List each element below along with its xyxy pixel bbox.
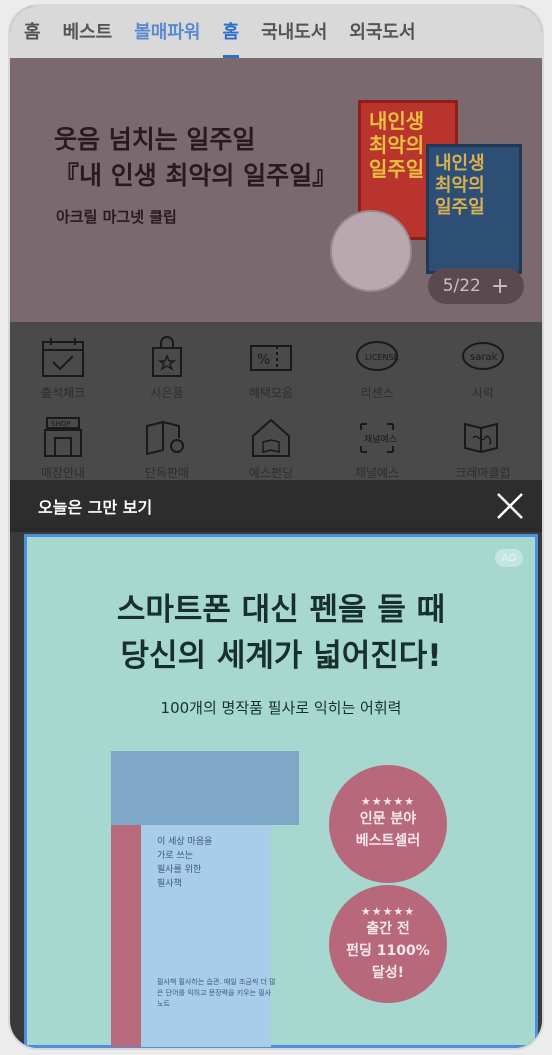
quick-item-gift[interactable]: 사은품 bbox=[122, 336, 212, 401]
book-cover-2: 내인생 최악의 일주일 bbox=[426, 144, 522, 274]
ad-headline: 스마트폰 대신 펜을 들 때 당신의 세계가 넓어진다! bbox=[27, 587, 535, 679]
ad-popup[interactable]: AD 스마트폰 대신 펜을 들 때 당신의 세계가 넓어진다! 100개의 명작… bbox=[24, 534, 538, 1048]
badge-line: 베스트셀러 bbox=[355, 833, 421, 849]
svg-text:채널예스: 채널예스 bbox=[364, 434, 397, 445]
badge-line: 출간 전 bbox=[366, 921, 410, 937]
star-rating: ★★★★★ bbox=[360, 905, 416, 918]
banner-counter-text: 5/22 bbox=[442, 276, 481, 296]
badge-bestseller: ★★★★★ 인문 분야 베스트셀러 bbox=[329, 765, 447, 883]
quick-item-exclusive[interactable]: 단독판매 bbox=[122, 416, 212, 481]
badge-line: 달성! bbox=[371, 965, 405, 981]
quick-item-label: 혜택모음 bbox=[248, 386, 294, 400]
quick-item-label: 매장안내 bbox=[40, 466, 86, 480]
banner-counter[interactable]: 5/22 + bbox=[428, 268, 524, 304]
banner-title-line2: 『내 인생 최악의 일주일』 bbox=[54, 161, 338, 190]
book-spine bbox=[111, 825, 141, 1047]
banner-subtitle: 아크릴 마그넷 클립 bbox=[56, 208, 177, 226]
phone-frame: 홈 베스트 볼매파워 홈 국내도서 외국도서 웃음 넘치는 일주일 『내 인생 … bbox=[8, 4, 544, 1050]
ad-headline-line1: 스마트폰 대신 펜을 들 때 bbox=[116, 592, 446, 628]
quick-item-label: 예스펀딩 bbox=[248, 466, 294, 480]
quick-item-label: 사은품 bbox=[150, 386, 184, 400]
quick-item-channel-yes[interactable]: 채널예스 채널예스 bbox=[332, 416, 422, 481]
quick-item-label: 크레마클럽 bbox=[455, 466, 511, 480]
top-tab-bar: 홈 베스트 볼매파워 홈 국내도서 외국도서 bbox=[10, 6, 542, 58]
book-search-icon bbox=[146, 420, 184, 456]
book-cover-small-text: 필사책 필사하는 습관. 매일 조금씩 더 많은 단어를 익히고 문장력을 키우… bbox=[157, 978, 276, 1008]
quick-item-label: 채널예스 bbox=[354, 466, 400, 480]
ad-badge: AD bbox=[495, 549, 523, 567]
quick-item-label: 사락 bbox=[471, 386, 495, 400]
quick-item-yes-funding[interactable]: 예스펀딩 bbox=[226, 416, 316, 481]
book-cover-2-title: 내인생 최악의 일주일 bbox=[435, 153, 485, 218]
banner-title-line1: 웃음 넘치는 일주일 bbox=[54, 125, 256, 154]
crema-club-icon bbox=[464, 422, 498, 454]
calendar-check-icon bbox=[42, 338, 84, 377]
quick-item-stores[interactable]: SHOP 매장안내 bbox=[18, 416, 108, 481]
house-book-icon bbox=[252, 418, 290, 457]
quick-item-sarak[interactable]: sarak 사락 bbox=[438, 336, 528, 401]
svg-text:SHOP: SHOP bbox=[51, 420, 70, 428]
ad-book-cover: 이 세상 마음을 가로 쓰는 필사를 위한 필사책 필사책 필사하는 습관. 매… bbox=[111, 751, 299, 1047]
dismiss-bar: 오늘은 그만 보기 bbox=[10, 480, 542, 532]
hide-today-button[interactable]: 오늘은 그만 보기 bbox=[38, 494, 152, 518]
ad-headline-line2: 당신의 세계가 넓어진다! bbox=[120, 638, 442, 674]
svg-text:%: % bbox=[257, 352, 270, 368]
quick-item-label: 리센스 bbox=[360, 386, 394, 400]
promo-banner[interactable]: 웃음 넘치는 일주일 『내 인생 최악의 일주일』 아크릴 마그넷 클립 내인생… bbox=[10, 58, 542, 322]
quick-item-license[interactable]: LICENSE 리센스 bbox=[332, 336, 422, 401]
channel-yes-icon: 채널예스 bbox=[360, 423, 397, 453]
sarak-icon: sarak bbox=[462, 342, 504, 370]
ad-subline: 100개의 명작품 필사로 익히는 어휘력 bbox=[160, 699, 402, 717]
tab-home[interactable]: 홈 bbox=[24, 18, 41, 58]
gift-bag-icon bbox=[152, 336, 182, 377]
star-rating: ★★★★★ bbox=[360, 795, 416, 808]
book-cover-1-title: 내인생 최악의 일주일 bbox=[369, 109, 425, 181]
svg-text:LICENSE: LICENSE bbox=[365, 353, 399, 362]
quick-item-crema-club[interactable]: 크레마클럽 bbox=[438, 416, 528, 481]
quick-item-label: 단독판매 bbox=[144, 466, 190, 480]
tab-best[interactable]: 베스트 bbox=[63, 18, 113, 58]
badge-line: 펀딩 1100% bbox=[346, 943, 430, 959]
quick-item-label: 출석체크 bbox=[40, 386, 86, 400]
tab-power[interactable]: 볼매파워 bbox=[134, 18, 200, 58]
book-top-panel bbox=[111, 751, 299, 825]
book-cover-text: 이 세상 마음을 가로 쓰는 필사를 위한 필사책 bbox=[157, 837, 213, 889]
license-icon: LICENSE bbox=[356, 341, 399, 371]
plus-icon[interactable]: + bbox=[491, 274, 509, 299]
svg-text:sarak: sarak bbox=[470, 352, 498, 363]
close-icon[interactable] bbox=[492, 488, 528, 524]
magnet-clip-image bbox=[330, 210, 412, 292]
banner-title: 웃음 넘치는 일주일 『내 인생 최악의 일주일』 bbox=[54, 122, 337, 194]
badge-funding: ★★★★★ 출간 전 펀딩 1100% 달성! bbox=[329, 885, 447, 1003]
shop-icon: SHOP bbox=[44, 417, 82, 457]
quick-item-benefits[interactable]: % 혜택모음 bbox=[226, 336, 316, 401]
coupon-icon: % bbox=[250, 345, 292, 371]
tab-domestic[interactable]: 국내도서 bbox=[261, 18, 327, 58]
quick-item-attendance[interactable]: 출석체크 bbox=[18, 336, 108, 401]
tab-foreign[interactable]: 외국도서 bbox=[349, 18, 415, 58]
tab-home-active[interactable]: 홈 bbox=[222, 18, 240, 58]
badge-line: 인문 분야 bbox=[359, 811, 417, 827]
